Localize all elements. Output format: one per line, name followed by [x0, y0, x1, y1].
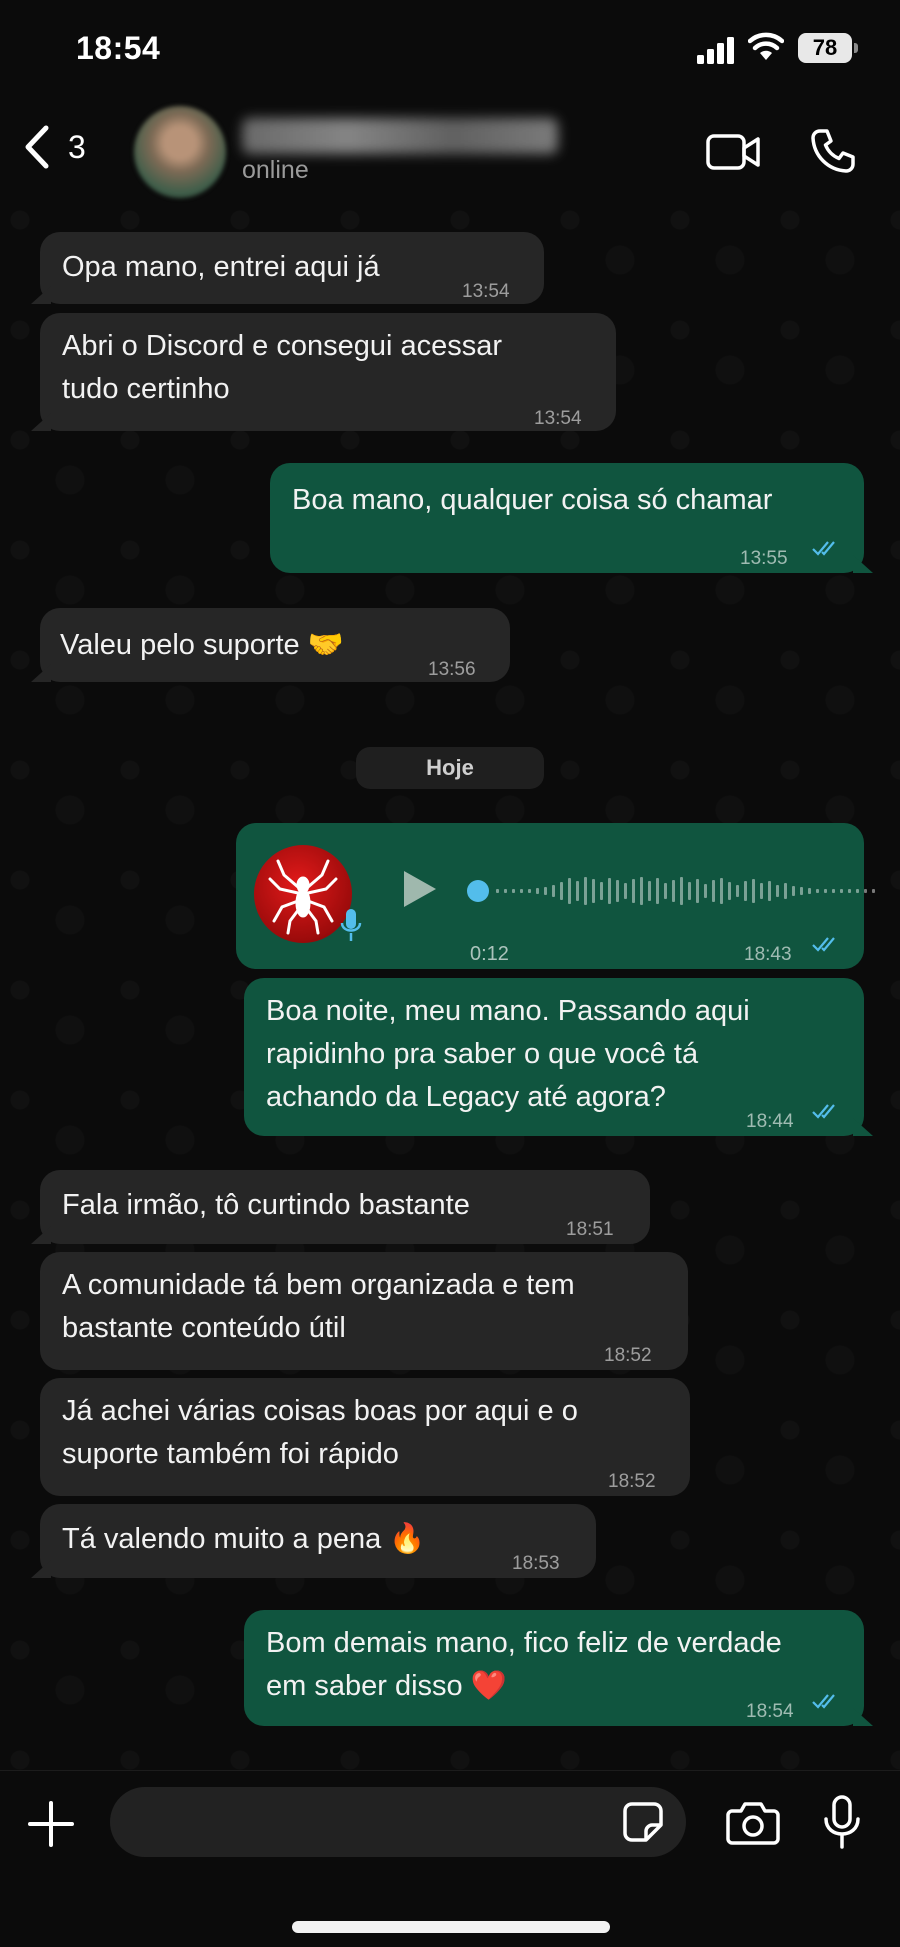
message-bubble[interactable]: Tá valendo muito a pena 🔥 18:53	[40, 1504, 596, 1578]
read-receipt-icon	[812, 541, 835, 556]
voice-message-bubble[interactable]: 0:12 18:43	[236, 823, 875, 969]
message-bubble[interactable]: Já achei várias coisas boas por aqui e o…	[40, 1378, 690, 1496]
message-bubble[interactable]: Bom demais mano, fico feliz de verdade e…	[244, 1610, 864, 1726]
read-receipt-icon	[812, 1694, 835, 1709]
message-text: Abri o Discord e consegui acessar tudo c…	[62, 330, 503, 405]
read-receipt-icon	[812, 937, 835, 952]
sticker-icon[interactable]	[622, 1801, 664, 1843]
voice-sender-avatar	[254, 845, 352, 943]
message-bubble[interactable]: Fala irmão, tô curtindo bastante 18:51	[40, 1170, 650, 1244]
message-time: 13:55	[740, 548, 788, 569]
message-bubble[interactable]: Abri o Discord e consegui acessar tudo c…	[40, 313, 616, 431]
home-indicator	[292, 1921, 610, 1933]
message-time: 18:51	[566, 1219, 614, 1240]
video-call-icon[interactable]	[706, 132, 762, 172]
message-text: Tá valendo muito a pena 🔥	[62, 1523, 426, 1555]
message-bubble[interactable]: Boa mano, qualquer coisa só chamar 13:55	[270, 463, 864, 573]
message-text: Bom demais mano, fico feliz de verdade e…	[266, 1627, 782, 1702]
spider-icon	[268, 859, 338, 935]
battery-indicator: 78	[798, 33, 858, 63]
date-divider: Hoje	[356, 747, 544, 789]
message-time: 18:53	[512, 1553, 560, 1574]
wifi-icon	[748, 32, 784, 60]
status-time: 18:54	[76, 30, 161, 66]
read-receipt-icon	[812, 1104, 835, 1119]
message-text: Valeu pelo suporte 🤝	[60, 629, 344, 661]
message-text: Fala irmão, tô curtindo bastante	[62, 1189, 470, 1221]
signal-icon	[697, 37, 734, 64]
message-time: 18:44	[746, 1111, 794, 1132]
message-bubble[interactable]: Valeu pelo suporte 🤝 13:56	[40, 608, 510, 682]
back-button[interactable]: 3	[22, 124, 86, 170]
camera-icon[interactable]	[726, 1801, 780, 1845]
play-icon[interactable]	[400, 867, 440, 911]
message-bubble[interactable]: A comunidade tá bem organizada e tem bas…	[40, 1252, 688, 1370]
message-text: Boa noite, meu mano. Passando aqui rapid…	[266, 995, 750, 1113]
back-chevron-icon	[25, 125, 49, 169]
message-time: 18:43	[744, 944, 792, 965]
message-bubble[interactable]: Boa noite, meu mano. Passando aqui rapid…	[244, 978, 864, 1136]
status-bar: 18:54 78	[0, 0, 900, 100]
message-text: Já achei várias coisas boas por aqui e o…	[62, 1395, 578, 1470]
mic-icon[interactable]	[822, 1795, 862, 1849]
message-time: 18:52	[604, 1345, 652, 1366]
phone-icon[interactable]	[810, 128, 856, 174]
voice-waveform[interactable]	[466, 869, 886, 913]
message-text: Boa mano, qualquer coisa só chamar	[292, 484, 773, 516]
message-text: Opa mano, entrei aqui já	[62, 251, 380, 283]
contact-avatar[interactable]	[134, 106, 226, 198]
voice-duration: 0:12	[470, 943, 509, 965]
message-text: A comunidade tá bem organizada e tem bas…	[62, 1269, 575, 1344]
message-time: 18:54	[746, 1701, 794, 1722]
plus-icon[interactable]	[28, 1801, 74, 1847]
chat-header: 3 online	[0, 96, 900, 212]
message-time: 13:54	[462, 281, 510, 302]
unread-count: 3	[68, 128, 86, 165]
message-time: 13:56	[428, 659, 476, 680]
contact-status: online	[242, 156, 309, 184]
message-time: 13:54	[534, 408, 582, 429]
composer-bar	[0, 1770, 900, 1947]
message-bubble[interactable]: Opa mano, entrei aqui já 13:54	[40, 232, 544, 304]
message-time: 18:52	[608, 1471, 656, 1492]
mic-icon	[340, 909, 362, 941]
message-input[interactable]	[110, 1787, 686, 1857]
contact-name-blurred[interactable]	[242, 118, 558, 154]
